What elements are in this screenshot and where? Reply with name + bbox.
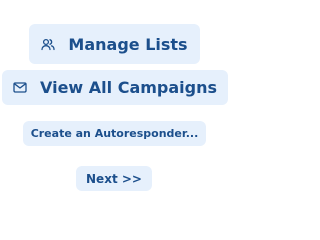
manage-lists-button[interactable]: Manage Lists [29,24,200,64]
envelope-icon [13,82,27,93]
users-icon [41,38,56,51]
next-button[interactable]: Next >> [76,166,152,191]
manage-lists-label: Manage Lists [68,34,188,54]
create-autoresponder-label: Create an Autoresponder... [30,127,199,140]
view-all-campaigns-label: View All Campaigns [39,78,218,97]
next-label: Next >> [86,171,142,186]
create-autoresponder-button[interactable]: Create an Autoresponder... [23,121,206,146]
view-all-campaigns-button[interactable]: View All Campaigns [2,70,228,105]
